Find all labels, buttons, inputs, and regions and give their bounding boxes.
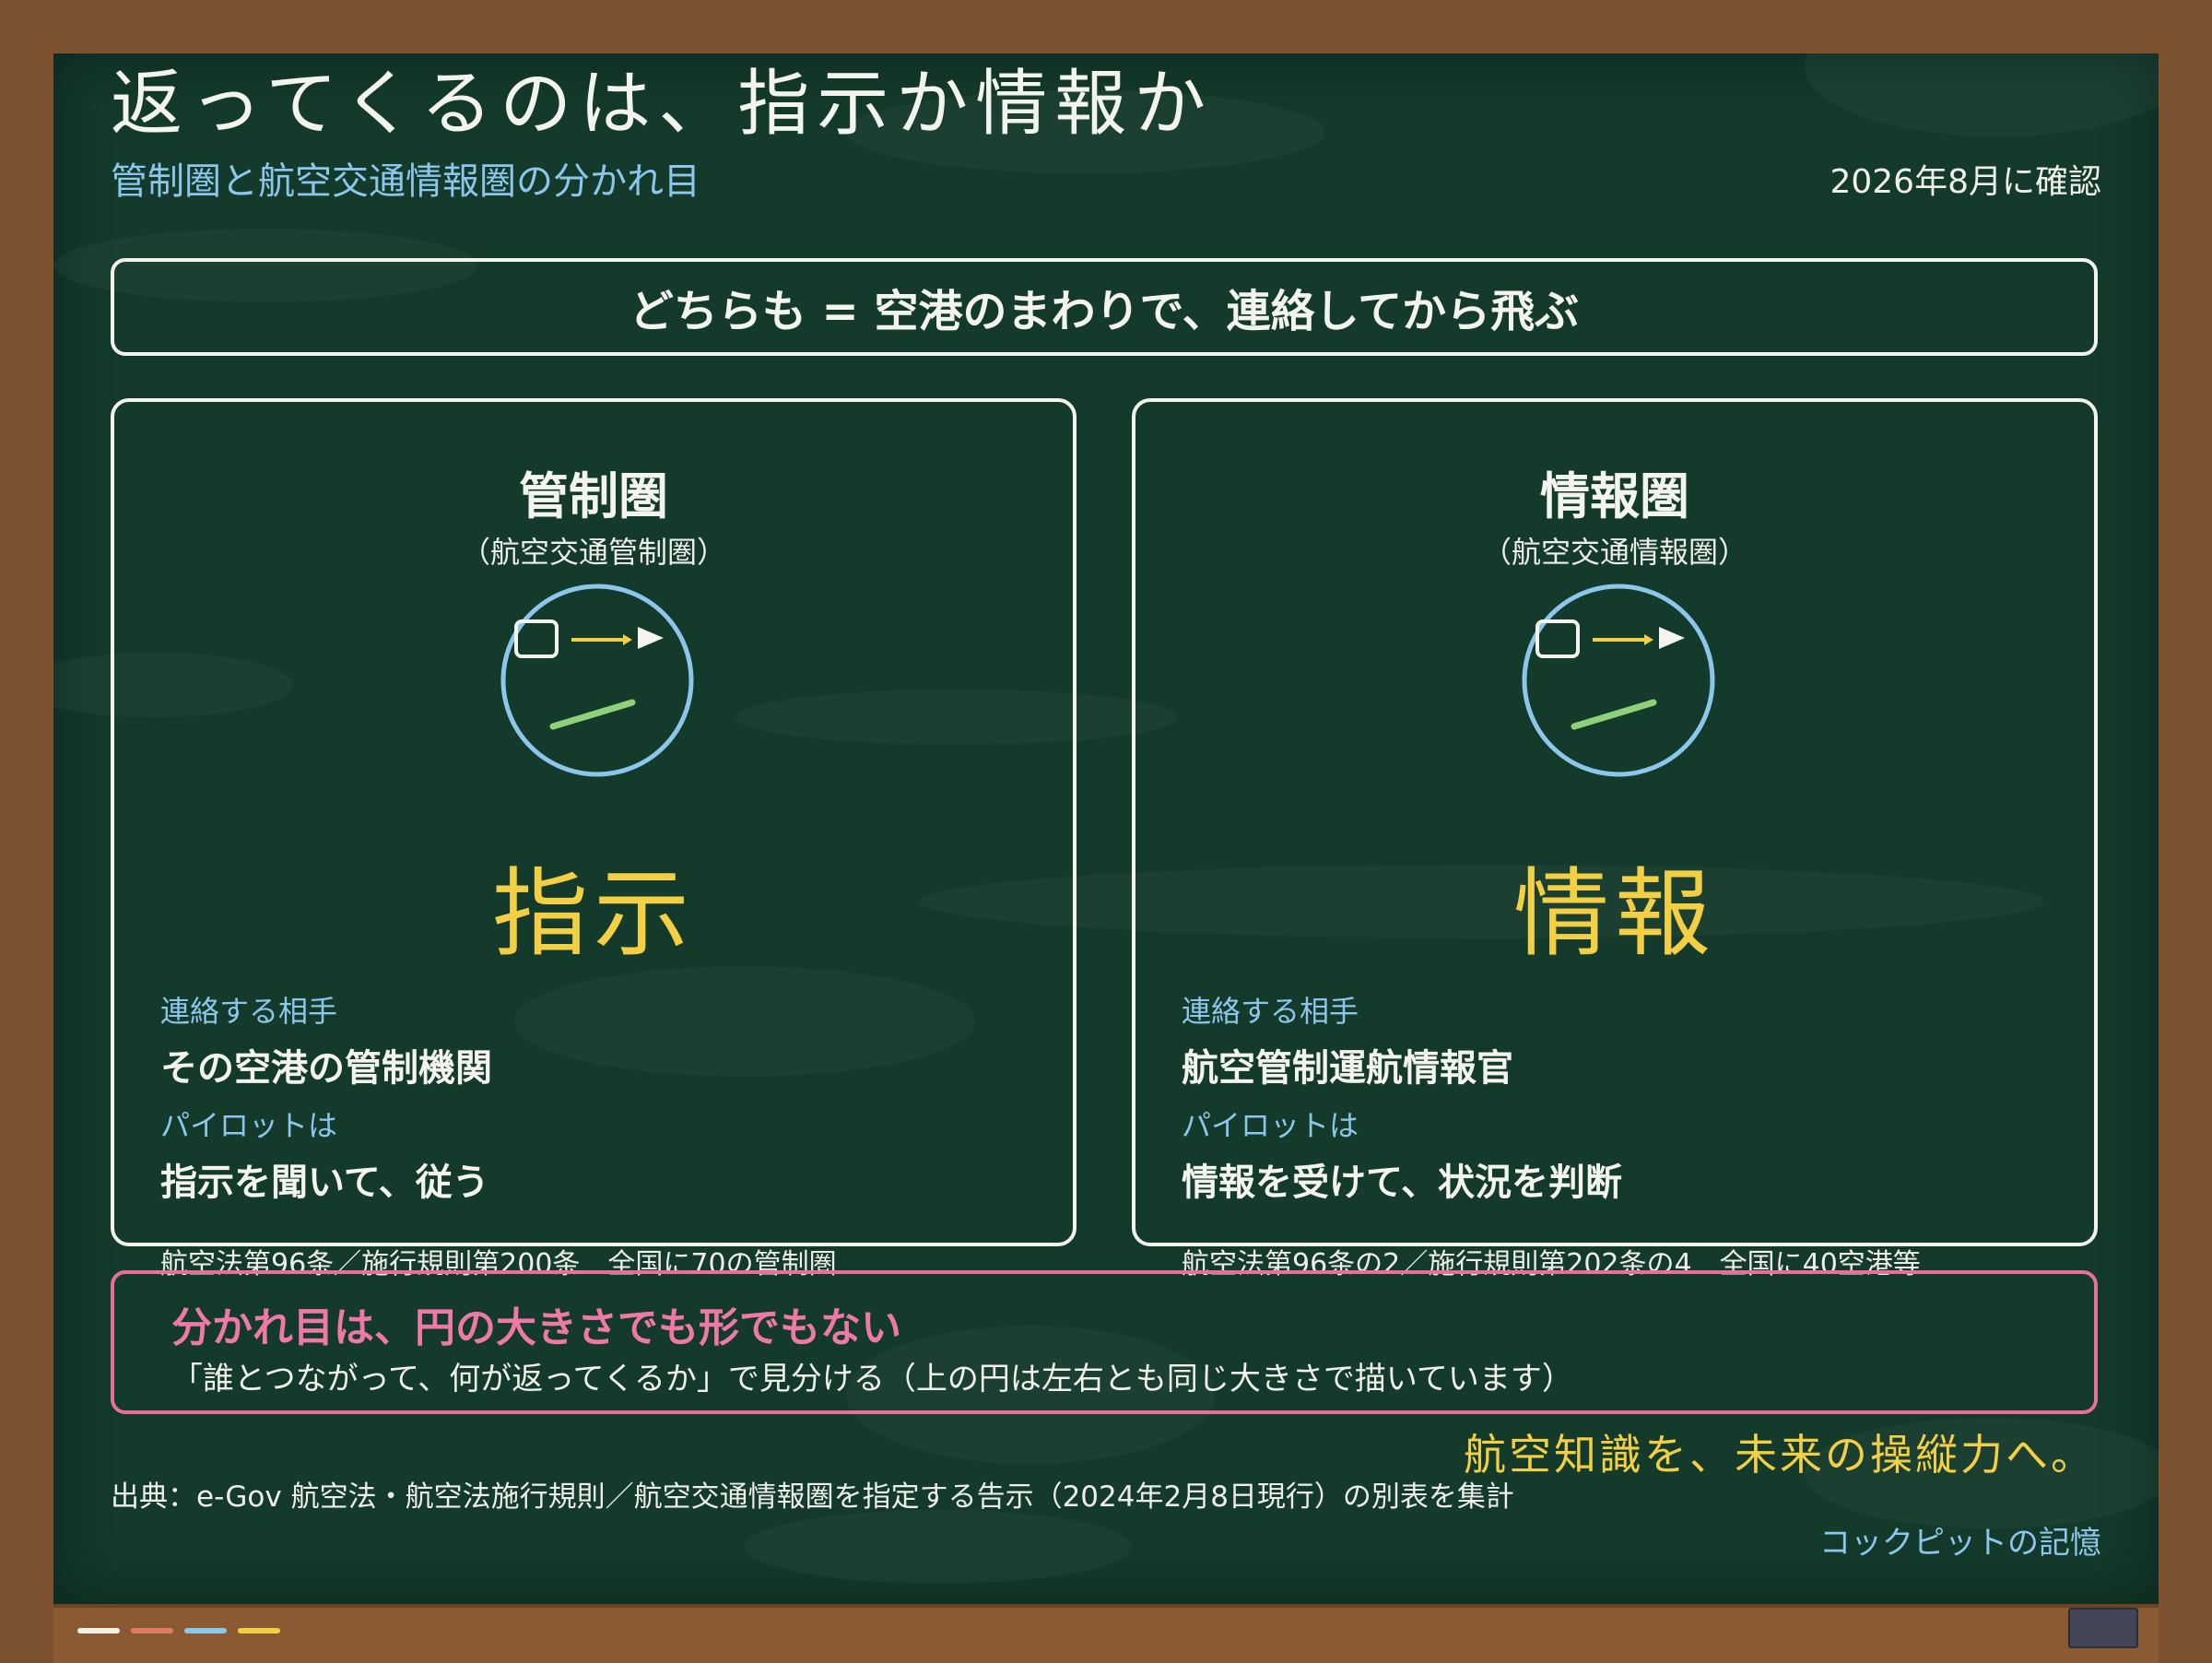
eraser — [2068, 1608, 2138, 1648]
pilot-label: パイロットは — [1182, 1108, 1359, 1143]
chalk-stick-white — [77, 1628, 120, 1634]
contact-value: 航空管制運航情報官 — [1182, 1047, 1513, 1090]
panel-subtitle: （航空交通情報圏） — [1481, 535, 1747, 570]
panel-title: 管制圏 — [519, 467, 668, 525]
chalk-stick-red — [131, 1628, 173, 1634]
panel-subtitle: （航空交通管制圏） — [460, 535, 726, 570]
source-citation: 出典：e-Gov 航空法・航空法施行規則／航空交通情報圏を指定する告示（2024… — [111, 1480, 1514, 1514]
date-checked: 2026年8月に確認 — [1830, 163, 2101, 201]
contact-label: 連絡する相手 — [160, 994, 338, 1029]
note-body: 「誰とつながって、何が返ってくるか」で見分ける（上の円は左右とも同じ大きさで描い… — [171, 1361, 1573, 1398]
key-difference-note: 分かれ目は、円の大きさでも形でもない 「誰とつながって、何が返ってくるか」で見分… — [111, 1270, 2098, 1414]
page-title: 返ってくるのは、指示か情報か — [111, 63, 1214, 146]
pilot-label: パイロットは — [160, 1108, 338, 1143]
chalk-tray — [53, 1604, 2159, 1663]
panel-keyword: 指示 — [491, 857, 695, 970]
contact-value: その空港の管制機関 — [160, 1047, 492, 1090]
pilot-value: 情報を受けて、状況を判断 — [1182, 1162, 1622, 1204]
summary-banner-text: どちらも = 空港のまわりで、連絡してから飛ぶ — [629, 286, 1580, 337]
contact-label: 連絡する相手 — [1182, 994, 1359, 1029]
note-heading: 分かれ目は、円の大きさでも形でもない — [171, 1304, 901, 1351]
control-zone-panel: 管制圏 （航空交通管制圏） 指示 連絡する相手 その空港の管制機関 パイロットは… — [111, 398, 1077, 1280]
chalk-stick-blue — [184, 1628, 227, 1634]
panel-keyword: 情報 — [1512, 857, 1716, 970]
radio-circle-icon — [500, 584, 694, 777]
chalkboard: 返ってくるのは、指示か情報か 管制圏と航空交通情報圏の分かれ目 2026年8月に… — [53, 53, 2159, 1604]
page-subtitle: 管制圏と航空交通情報圏の分かれ目 — [111, 160, 700, 203]
summary-banner: どちらも = 空港のまわりで、連絡してから飛ぶ — [111, 258, 2098, 356]
slogan: 航空知識を、未来の操縦力へ。 — [1464, 1430, 2096, 1480]
radio-circle-icon — [1522, 584, 1715, 777]
panel-title: 情報圏 — [1540, 467, 1689, 525]
brand-name: コックピットの記憶 — [1819, 1525, 2101, 1562]
information-zone-panel: 情報圏 （航空交通情報圏） 情報 連絡する相手 航空管制運航情報官 パイロットは… — [1132, 398, 2098, 1280]
chalk-stick-yellow — [238, 1628, 280, 1634]
pilot-value: 指示を聞いて、従う — [160, 1162, 489, 1204]
